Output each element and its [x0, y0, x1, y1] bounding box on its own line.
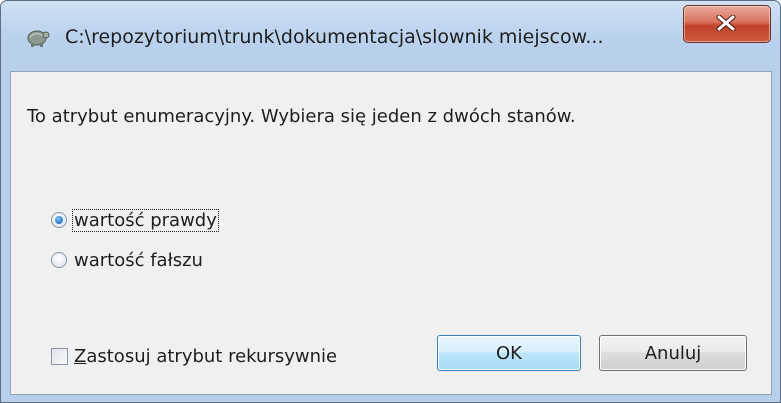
- option-true-row[interactable]: wartość prawdy: [51, 208, 219, 232]
- window-title: C:\repozytorium\trunk\dokumentacja\slown…: [65, 26, 604, 48]
- tortoise-app-icon: [25, 25, 51, 49]
- option-true-radio[interactable]: [51, 212, 67, 228]
- recursive-accelerator: Z: [74, 345, 87, 367]
- recursive-checkbox-label[interactable]: Zastosuj atrybut rekursywnie: [74, 346, 337, 367]
- option-true-label[interactable]: wartość prawdy: [72, 208, 219, 232]
- recursive-checkbox[interactable]: [51, 347, 68, 365]
- description-text: To atrybut enumeracyjny. Wybiera się jed…: [27, 106, 576, 127]
- cancel-button[interactable]: Anuluj: [599, 335, 747, 371]
- recursive-label-text: astosuj atrybut rekursywnie: [86, 345, 338, 367]
- dialog-content: To atrybut enumeracyjny. Wybiera się jed…: [10, 71, 772, 395]
- option-false-label[interactable]: wartość fałszu: [73, 250, 204, 271]
- option-false-radio[interactable]: [51, 252, 67, 268]
- title-bar[interactable]: C:\repozytorium\trunk\dokumentacja\slown…: [1, 1, 780, 71]
- close-button[interactable]: [683, 5, 771, 43]
- dialog-window: C:\repozytorium\trunk\dokumentacja\slown…: [0, 0, 781, 403]
- recursive-checkbox-row[interactable]: Zastosuj atrybut rekursywnie: [51, 344, 337, 368]
- ok-button[interactable]: OK: [437, 335, 581, 371]
- option-false-row[interactable]: wartość fałszu: [51, 248, 204, 272]
- close-x-icon: [716, 15, 736, 31]
